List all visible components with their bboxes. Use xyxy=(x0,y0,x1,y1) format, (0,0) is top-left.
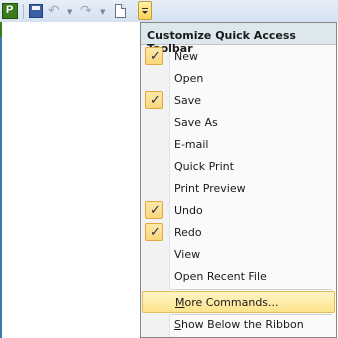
checkmark-icon: ✓ xyxy=(145,47,163,65)
menu-item-label: View xyxy=(174,248,201,261)
save-icon[interactable] xyxy=(29,4,43,18)
menu-item-label: Save As xyxy=(174,116,218,129)
menu-item-label: Show Below the Ribbon xyxy=(174,318,304,331)
customize-toolbar-menu: Customize Quick Access Toolbar ✓ New Ope… xyxy=(140,22,337,338)
menu-item-open-recent-file[interactable]: Open Recent File xyxy=(142,266,335,288)
menu-item-label: Undo xyxy=(174,204,203,217)
menu-title: Customize Quick Access Toolbar xyxy=(141,23,336,55)
menu-item-email[interactable]: E-mail xyxy=(142,134,335,156)
menu-item-open[interactable]: Open xyxy=(142,68,335,90)
window-edge-accent xyxy=(0,22,2,37)
menu-item-label: Print Preview xyxy=(174,182,246,195)
menu-item-view[interactable]: View xyxy=(142,244,335,266)
menu-item-show-below-ribbon[interactable]: Show Below the Ribbon xyxy=(142,314,335,336)
menu-item-label: New xyxy=(174,50,198,63)
menu-item-save-as[interactable]: Save As xyxy=(142,112,335,134)
menu-item-label: Open xyxy=(174,72,204,85)
menu-item-quick-print[interactable]: Quick Print xyxy=(142,156,335,178)
undo-dropdown-icon[interactable]: ▼ xyxy=(67,8,72,16)
customize-toolbar-button[interactable] xyxy=(138,1,152,20)
menu-item-save[interactable]: ✓ Save xyxy=(142,90,335,112)
menu-item-undo[interactable]: ✓ Undo xyxy=(142,200,335,222)
undo-icon[interactable]: ↶ xyxy=(48,3,64,19)
redo-dropdown-icon[interactable]: ▼ xyxy=(100,8,105,16)
menu-item-new[interactable]: ✓ New xyxy=(142,46,335,68)
menu-separator xyxy=(171,289,332,290)
menu-item-print-preview[interactable]: Print Preview xyxy=(142,178,335,200)
project-app-icon[interactable]: P xyxy=(2,3,18,19)
menu-item-redo[interactable]: ✓ Redo xyxy=(142,222,335,244)
chevron-down-icon xyxy=(142,11,148,14)
customize-bar-icon xyxy=(142,8,148,9)
menu-item-label: Redo xyxy=(174,226,202,239)
app-icon-letter: P xyxy=(6,4,14,16)
menu-item-label: E-mail xyxy=(174,138,209,151)
checkmark-icon: ✓ xyxy=(145,223,163,241)
redo-icon[interactable]: ↷ xyxy=(80,3,96,19)
window-edge xyxy=(0,22,2,338)
menu-item-label: Save xyxy=(174,94,202,107)
toolbar-separator xyxy=(23,4,24,19)
menu-item-label: Quick Print xyxy=(174,160,234,173)
checkmark-icon: ✓ xyxy=(145,91,163,109)
menu-item-more-commands[interactable]: More Commands... xyxy=(142,291,335,313)
menu-item-label: More Commands... xyxy=(175,296,279,309)
quick-access-toolbar: P ↶ ▼ ↷ ▼ xyxy=(0,0,338,22)
new-document-icon[interactable] xyxy=(115,4,126,18)
checkmark-icon: ✓ xyxy=(145,201,163,219)
menu-item-label: Open Recent File xyxy=(174,270,267,283)
